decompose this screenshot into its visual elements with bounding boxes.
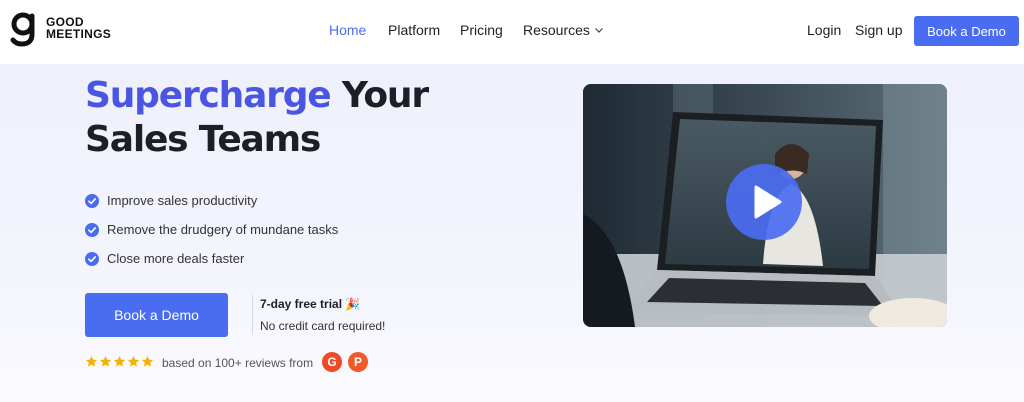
- good-meetings-logo[interactable]: GOOD MEETINGS: [10, 12, 111, 48]
- hero-title-rest: Your: [330, 75, 429, 116]
- benefit-text: Close more deals faster: [107, 251, 245, 266]
- reviews-text: based on 100+ reviews from: [162, 356, 314, 370]
- check-circle-icon: [85, 222, 99, 237]
- star-icon: [127, 355, 140, 367]
- nav-home[interactable]: Home: [329, 22, 366, 38]
- star-icon: [99, 355, 112, 367]
- logo-mark-icon: [10, 12, 35, 47]
- hero-book-demo-button[interactable]: Book a Demo: [85, 293, 228, 337]
- g2-badge-icon[interactable]: G: [322, 352, 342, 372]
- site-header: GOOD MEETINGS Home Platform Pricing Reso…: [0, 0, 1024, 64]
- star-icon: [85, 355, 98, 367]
- logo-wordmark: GOOD MEETINGS: [46, 16, 111, 40]
- producthunt-badge-icon[interactable]: P: [348, 352, 368, 372]
- nav-platform[interactable]: Platform: [388, 22, 440, 38]
- no-credit-card-label: No credit card required!: [260, 319, 386, 333]
- header-book-demo-button[interactable]: Book a Demo: [914, 16, 1019, 46]
- check-circle-icon: [85, 251, 99, 266]
- check-circle-icon: [85, 193, 99, 208]
- hero-title: Supercharge Your Sales Teams: [85, 74, 429, 162]
- hero-title-line-2: Sales Teams: [85, 119, 321, 160]
- cta-divider: [252, 295, 253, 335]
- benefit-item: Improve sales productivity: [85, 186, 338, 215]
- logo-line-2: MEETINGS: [46, 27, 112, 41]
- nav-pricing[interactable]: Pricing: [460, 22, 503, 38]
- benefit-text: Remove the drudgery of mundane tasks: [107, 222, 339, 237]
- chevron-down-icon: [594, 28, 603, 33]
- star-icon: [141, 355, 154, 367]
- benefit-item: Close more deals faster: [85, 244, 338, 273]
- benefit-item: Remove the drudgery of mundane tasks: [85, 215, 338, 244]
- login-link[interactable]: Login: [807, 22, 841, 38]
- play-icon: [754, 185, 782, 219]
- benefits-list: Improve sales productivity Remove the dr…: [85, 186, 338, 273]
- rating-stars: [85, 355, 155, 368]
- star-icon: [113, 355, 126, 367]
- free-trial-label: 7-day free trial 🎉: [260, 297, 361, 311]
- signup-link[interactable]: Sign up: [855, 22, 902, 38]
- nav-resources[interactable]: Resources: [523, 22, 604, 38]
- play-video-button[interactable]: [726, 164, 802, 240]
- nav-resources-label: Resources: [523, 22, 590, 38]
- hero-title-accent: Supercharge: [85, 75, 332, 116]
- benefit-text: Improve sales productivity: [107, 193, 258, 208]
